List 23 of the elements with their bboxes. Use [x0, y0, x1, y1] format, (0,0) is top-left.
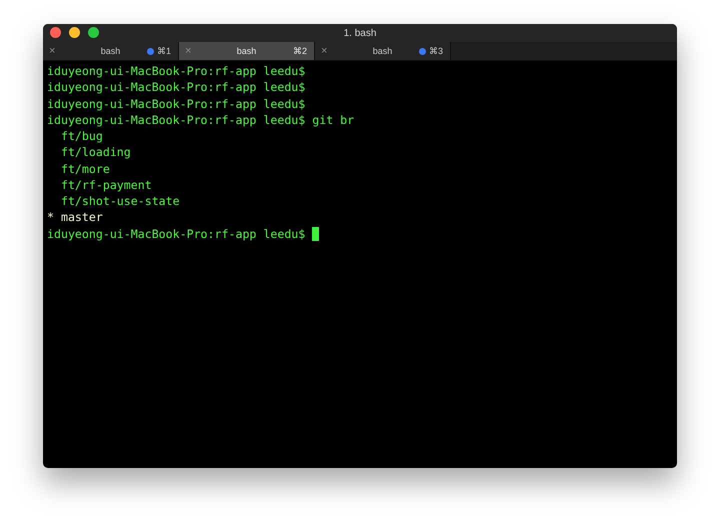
tab[interactable]: × bash ⌘1: [43, 42, 179, 60]
close-window-icon[interactable]: [50, 27, 61, 38]
tab-shortcut: ⌘1: [156, 46, 171, 56]
terminal-line: iduyeong-ui-MacBook-Pro:rf-app leedu$: [47, 63, 306, 80]
window-title: 1. bash: [344, 28, 376, 38]
terminal-line: ft/loading: [60, 144, 131, 160]
terminal-line: iduyeong-ui-MacBook-Pro:rf-app leedu$: [47, 226, 306, 242]
terminal-line: ft/bug: [60, 128, 103, 144]
tab[interactable]: × bash ⌘3: [315, 42, 451, 60]
terminal-line: iduyeong-ui-MacBook-Pro:rf-app leedu$ git br: [47, 112, 354, 128]
terminal-line: iduyeong-ui-MacBook-Pro:rf-app leedu$: [47, 79, 306, 96]
minimize-window-icon[interactable]: [69, 27, 80, 38]
tab-close-icon[interactable]: ×: [49, 45, 56, 57]
terminal-line: * master: [47, 209, 103, 226]
tab-shortcut: ⌘3: [428, 46, 443, 56]
tab-shortcut: ⌘2: [292, 46, 307, 56]
tab-close-icon[interactable]: ×: [321, 45, 328, 57]
zoom-window-icon[interactable]: [88, 27, 99, 38]
tab[interactable]: × bash ⌘2: [179, 42, 315, 60]
terminal-line: ft/shot-use-state: [60, 193, 180, 210]
terminal-line: ft/more: [60, 160, 110, 177]
terminal-line: iduyeong-ui-MacBook-Pro:rf-app leedu$: [47, 96, 306, 112]
terminal-line: ft/rf-payment: [60, 176, 152, 193]
